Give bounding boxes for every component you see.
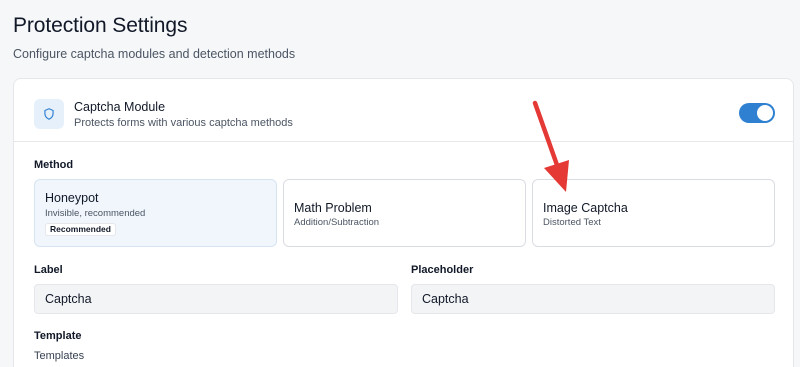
page-title: Protection Settings xyxy=(13,14,188,37)
module-row: Captcha Module Protects forms with vario… xyxy=(14,79,793,142)
label-field-label: Label xyxy=(34,264,63,276)
method-label: Method xyxy=(34,159,74,171)
placeholder-field-label: Placeholder xyxy=(411,264,474,276)
method-option-image-captcha[interactable]: Image Captcha Distorted Text xyxy=(532,179,775,247)
page-subtitle: Configure captcha modules and detection … xyxy=(13,47,296,61)
method-option-description: Distorted Text xyxy=(543,217,601,228)
placeholder-input[interactable] xyxy=(411,284,775,314)
module-description: Protects forms with various captcha meth… xyxy=(74,117,293,129)
recommended-badge: Recommended xyxy=(45,223,116,236)
method-option-honeypot[interactable]: Honeypot Invisible, recommended Recommen… xyxy=(34,179,277,247)
method-option-description: Invisible, recommended xyxy=(45,208,146,219)
templates-sublabel: Templates xyxy=(34,350,85,362)
module-title: Captcha Module xyxy=(74,100,166,114)
page-header: Protection Settings Configure captcha mo… xyxy=(13,14,295,61)
method-option-title: Image Captcha xyxy=(543,201,628,215)
method-option-title: Math Problem xyxy=(294,201,372,215)
method-option-description: Addition/Subtraction xyxy=(294,217,380,228)
toggle-knob xyxy=(757,105,773,121)
captcha-settings-card: Captcha Module Protects forms with vario… xyxy=(13,78,794,367)
template-label: Template xyxy=(34,330,82,342)
module-enable-toggle[interactable] xyxy=(739,103,775,123)
shield-icon xyxy=(34,99,64,129)
method-option-math-problem[interactable]: Math Problem Addition/Subtraction xyxy=(283,179,526,247)
label-input[interactable] xyxy=(34,284,398,314)
method-option-title: Honeypot xyxy=(45,191,99,205)
